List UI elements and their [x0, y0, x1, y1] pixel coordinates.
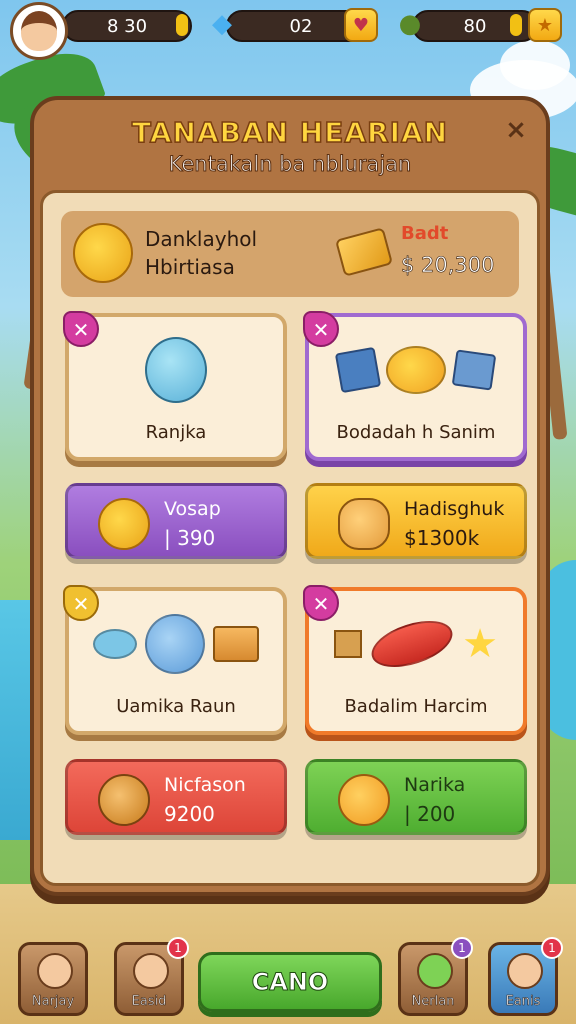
featured-offer[interactable]: Danklayhol Hbirtiasa Badt $ 20,300	[61, 211, 519, 297]
box-icon	[334, 630, 363, 658]
nav-item-narjay[interactable]: Narjay	[18, 942, 88, 1016]
offer-button[interactable]: Vosap | 390	[65, 483, 287, 559]
notification-badge: 1	[541, 937, 563, 959]
chili-icon	[365, 612, 459, 676]
crystal-icon: ◆	[212, 9, 232, 39]
heart-icon[interactable]: ♥	[344, 8, 378, 42]
offer-price: $1300k	[404, 526, 480, 550]
cat-icon	[98, 498, 150, 550]
frog-avatar-icon	[417, 953, 453, 989]
top-hud: 8 30 ◆ 02 ♥ ● 80 ★	[0, 0, 576, 60]
offer-price: | 200	[404, 802, 456, 826]
close-icon[interactable]: ×	[500, 114, 532, 146]
nav-label: Narjay	[31, 994, 75, 1010]
explorer-avatar-icon	[37, 953, 73, 989]
leaf-icon: ●	[398, 9, 422, 39]
picture-frame-icon	[334, 346, 382, 394]
balloon-icon	[145, 614, 205, 674]
item-label: Bodadah h Sanim	[336, 422, 496, 443]
panel-content: Danklayhol Hbirtiasa Badt $ 20,300 ✕ Ran…	[40, 190, 540, 886]
nav-label: Easid	[131, 994, 167, 1010]
crate-icon	[213, 626, 259, 662]
nav-label: Eanis	[505, 994, 541, 1010]
offer-title: Narika	[404, 774, 466, 796]
bread-icon	[338, 498, 390, 550]
offer-button[interactable]: Nicfason 9200	[65, 759, 287, 835]
offer-price: | 390	[164, 526, 216, 550]
fish-creature-icon	[145, 337, 207, 403]
featured-name: Danklayhol Hbirtiasa	[145, 225, 257, 281]
item-art: ★	[309, 601, 523, 687]
coin-counter: 8 30	[62, 10, 192, 42]
main-action-button[interactable]: CANO	[198, 952, 382, 1012]
panel-title: TANABAN HEARIAN	[131, 115, 449, 150]
notification-badge: 1	[167, 937, 189, 959]
item-card[interactable]: ✕ Bodadah h Sanim	[303, 311, 527, 461]
offer-button[interactable]: Hadisghuk $1300k	[305, 483, 527, 559]
photo-icon	[451, 349, 497, 391]
shop-panel: TANABAN HEARIAN Kentakaln ba nblurajan ×…	[30, 96, 550, 896]
coin-value: 8 30	[106, 15, 148, 37]
ticket-icon	[334, 227, 394, 277]
item-card[interactable]: ✕ Ranjka	[63, 311, 287, 461]
item-art	[69, 327, 283, 413]
nav-item-eanis[interactable]: Eanis 1	[488, 937, 563, 1016]
friend-avatar-icon	[507, 953, 543, 989]
item-label: Uamika Raun	[116, 696, 236, 717]
offer-price: 9200	[164, 802, 215, 826]
energy-value: 80	[463, 15, 487, 37]
fruit-icon	[338, 774, 390, 826]
gem-value: 02	[289, 15, 313, 37]
offer-title: Vosap	[164, 498, 221, 520]
goldfish-icon	[386, 346, 446, 394]
notification-badge: 1	[451, 937, 473, 959]
energy-indicator	[510, 14, 522, 36]
coin-indicator	[176, 14, 188, 36]
offer-title: Nicfason	[164, 774, 246, 796]
item-label: Ranjka	[145, 422, 207, 443]
featured-price: $ 20,300	[401, 253, 495, 278]
offer-title: Hadisghuk	[404, 498, 505, 520]
cookie-icon	[98, 774, 150, 826]
nav-item-nerlan[interactable]: Nerlan 1	[398, 937, 473, 1016]
item-art	[309, 327, 523, 413]
item-card[interactable]: ✕ Uamika Raun	[63, 585, 287, 735]
offer-button[interactable]: Narika | 200	[305, 759, 527, 835]
item-label: Badalim Harcim	[344, 696, 488, 717]
featured-name-line1: Danklayhol	[145, 227, 258, 251]
bottom-nav: Narjay Easid 1 CANO Nerlan 1 Eanis 1	[0, 928, 576, 1024]
featured-tag: Badt	[401, 223, 449, 244]
avatar-face-icon	[21, 11, 57, 51]
featured-name-line2: Hbirtiasa	[145, 255, 235, 279]
bowl-icon	[93, 629, 137, 659]
item-card[interactable]: ✕ ★ Badalim Harcim	[303, 585, 527, 735]
item-art	[69, 601, 283, 687]
nav-item-easid[interactable]: Easid 1	[114, 937, 189, 1016]
star-icon[interactable]: ★	[528, 8, 562, 42]
character-avatar-icon	[133, 953, 169, 989]
panel-subtitle: Kentakaln ba nblurajan	[168, 152, 412, 177]
nav-label: Nerlan	[411, 994, 455, 1010]
pet-icon	[73, 223, 133, 283]
star-icon: ★	[462, 621, 498, 667]
panel-header: TANABAN HEARIAN Kentakaln ba nblurajan ×	[34, 100, 546, 188]
player-avatar[interactable]	[10, 2, 68, 60]
